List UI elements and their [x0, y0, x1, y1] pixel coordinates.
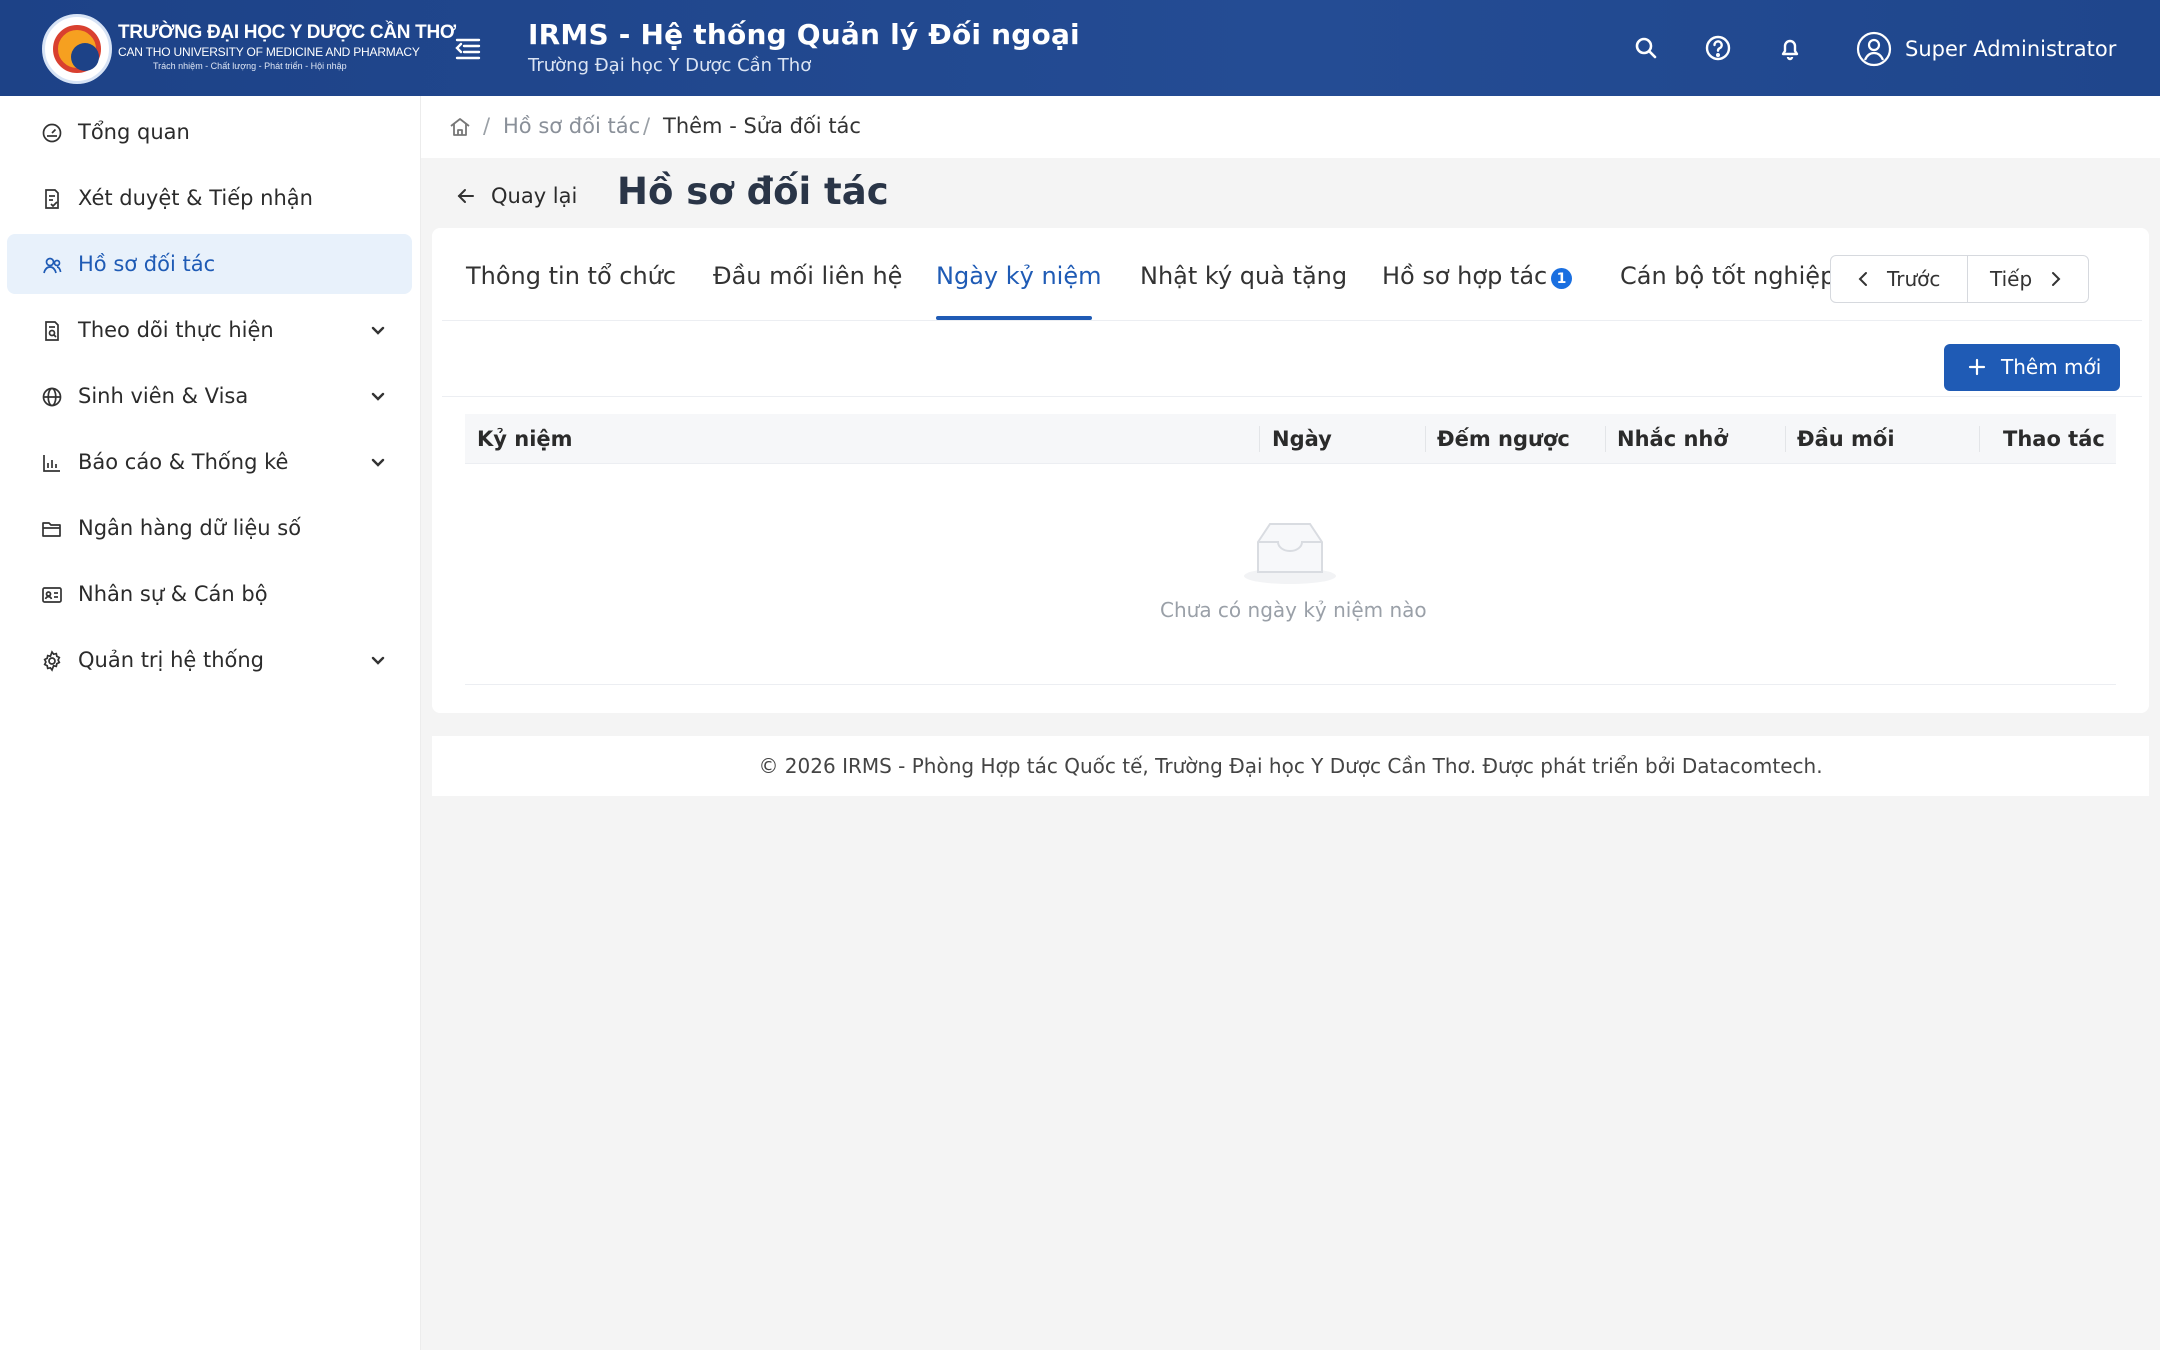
empty-state-text: Chưa có ngày kỷ niệm nào — [1160, 598, 1427, 622]
chevron-left-icon — [1858, 272, 1867, 286]
globe-icon — [42, 387, 62, 407]
tab-divider — [442, 320, 2142, 321]
university-name-en: CAN THO UNIVERSITY OF MEDICINE AND PHARM… — [118, 45, 420, 59]
next-tab-button[interactable]: Tiếp — [1968, 256, 2089, 302]
tab-pager: Trước Tiếp — [1830, 255, 2089, 303]
page-title: Hồ sơ đối tác — [617, 170, 889, 213]
search-icon[interactable] — [1628, 30, 1664, 66]
bar-chart-icon — [43, 455, 60, 472]
university-logo[interactable] — [42, 14, 112, 84]
users-icon — [43, 257, 62, 274]
user-avatar-icon — [1856, 31, 1892, 67]
tab-anniversaries[interactable]: Ngày kỷ niệm — [936, 262, 1101, 290]
chevron-down-icon — [371, 392, 385, 401]
chevron-down-icon — [371, 326, 385, 335]
plus-icon — [1968, 358, 1986, 376]
sidebar-item-system-admin[interactable]: Quản trị hệ thống — [7, 630, 412, 690]
sidebar-item-label: Quản trị hệ thống — [78, 648, 265, 672]
chevron-down-icon — [371, 656, 385, 665]
home-icon[interactable] — [448, 115, 472, 139]
column-header-contact[interactable]: Đầu mối — [1797, 427, 1895, 451]
document-check-icon — [45, 189, 59, 209]
bell-icon[interactable] — [1772, 30, 1808, 66]
table-bottom-border — [465, 684, 2116, 685]
user-menu[interactable]: Super Administrator — [1855, 30, 2116, 68]
tab-organization-info[interactable]: Thông tin tổ chức — [466, 262, 676, 290]
column-header-reminder[interactable]: Nhắc nhở — [1617, 427, 1728, 451]
column-separator — [1785, 426, 1786, 452]
sidebar-item-partners[interactable]: Hồ sơ đối tác — [7, 234, 412, 294]
university-motto: Trách nhiệm - Chất lượng - Phát triển - … — [153, 61, 347, 71]
top-header: TRƯỜNG ĐẠI HỌC Y DƯỢC CẦN THƠ CAN THO UN… — [0, 0, 2160, 96]
empty-inbox-icon — [1244, 523, 1336, 584]
chevron-right-icon — [2052, 272, 2061, 286]
breadcrumb-item-current: Thêm - Sửa đối tác — [663, 114, 861, 138]
breadcrumb-separator: / — [483, 114, 491, 138]
back-button[interactable]: Quay lại — [455, 180, 577, 212]
menu-toggle-icon[interactable] — [450, 32, 486, 64]
logo-emblem — [53, 25, 101, 73]
user-name: Super Administrator — [1905, 37, 2117, 61]
sidebar-item-label: Báo cáo & Thống kê — [78, 450, 289, 474]
column-separator — [1425, 426, 1426, 452]
folder-icon — [42, 522, 61, 537]
app-subtitle: Trường Đại học Y Dược Cần Thơ — [528, 55, 812, 76]
document-search-icon — [45, 321, 59, 341]
arrow-left-icon — [457, 189, 474, 203]
tab-cooperation-records[interactable]: Hồ sơ hợp tác — [1382, 262, 1547, 290]
table-header: Kỷ niệm Ngày Đếm ngược Nhắc nhở Đầu mối … — [465, 414, 2116, 464]
breadcrumb-separator: / — [643, 114, 651, 138]
help-icon[interactable] — [1700, 30, 1736, 66]
breadcrumb: / Hồ sơ đối tác / Thêm - Sửa đối tác — [421, 96, 2160, 158]
column-separator — [1605, 426, 1606, 452]
back-label: Quay lại — [491, 184, 578, 208]
dashboard-icon — [42, 123, 62, 143]
sidebar-item-reports[interactable]: Báo cáo & Thống kê — [7, 432, 412, 492]
tab-alumni-staff[interactable]: Cán bộ tốt nghiệp — [1620, 262, 1835, 290]
sidebar-item-label: Ngân hàng dữ liệu số — [78, 516, 302, 540]
breadcrumb-item-partners[interactable]: Hồ sơ đối tác — [503, 114, 640, 138]
prev-label: Trước — [1887, 267, 1941, 291]
add-new-label: Thêm mới — [2001, 355, 2102, 379]
sidebar-item-tracking[interactable]: Theo dõi thực hiện — [7, 300, 412, 360]
prev-tab-button[interactable]: Trước — [1831, 256, 1967, 302]
footer: © 2026 IRMS - Phòng Hợp tác Quốc tế, Trư… — [432, 736, 2149, 796]
column-separator — [1259, 426, 1260, 452]
column-separator — [1979, 426, 1980, 452]
toolbar-divider — [442, 396, 2142, 397]
chevron-down-icon — [371, 458, 385, 467]
app-title: IRMS - Hệ thống Quản lý Đối ngoại — [528, 18, 1080, 51]
tab-badge: 1 — [1551, 268, 1572, 289]
column-header-anniversary[interactable]: Kỷ niệm — [477, 427, 573, 451]
tab-gift-log[interactable]: Nhật ký quà tặng — [1140, 262, 1347, 290]
sidebar-item-students-visa[interactable]: Sinh viên & Visa — [7, 366, 412, 426]
sidebar-item-review[interactable]: Xét duyệt & Tiếp nhận — [7, 168, 412, 228]
university-name: TRƯỜNG ĐẠI HỌC Y DƯỢC CẦN THƠ — [118, 22, 456, 43]
sidebar-item-label: Sinh viên & Visa — [78, 384, 249, 408]
id-card-icon — [42, 587, 62, 603]
sidebar-item-label: Nhân sự & Cán bộ — [78, 582, 268, 606]
sidebar-item-label: Tổng quan — [78, 120, 190, 144]
sidebar-item-label: Hồ sơ đối tác — [78, 252, 216, 276]
sidebar-item-label: Xét duyệt & Tiếp nhận — [78, 186, 313, 210]
sidebar-item-data-bank[interactable]: Ngân hàng dữ liệu số — [7, 498, 412, 558]
add-new-button[interactable]: Thêm mới — [1944, 344, 2120, 391]
column-header-countdown[interactable]: Đếm ngược — [1437, 427, 1570, 451]
column-header-date[interactable]: Ngày — [1272, 427, 1332, 451]
sidebar: Tổng quan Xét duyệt & Tiếp nhận Hồ sơ đố… — [0, 96, 421, 1350]
logo-core — [71, 43, 99, 71]
sidebar-item-label: Theo dõi thực hiện — [78, 318, 274, 342]
next-label: Tiếp — [1990, 267, 2033, 291]
column-header-actions: Thao tác — [2003, 427, 2105, 451]
sidebar-item-staff[interactable]: Nhân sự & Cán bộ — [7, 564, 412, 624]
sidebar-item-overview[interactable]: Tổng quan — [7, 102, 412, 162]
tab-contacts[interactable]: Đầu mối liên hệ — [713, 262, 902, 290]
footer-text: © 2026 IRMS - Phòng Hợp tác Quốc tế, Trư… — [758, 754, 1823, 778]
gear-icon — [43, 650, 61, 672]
